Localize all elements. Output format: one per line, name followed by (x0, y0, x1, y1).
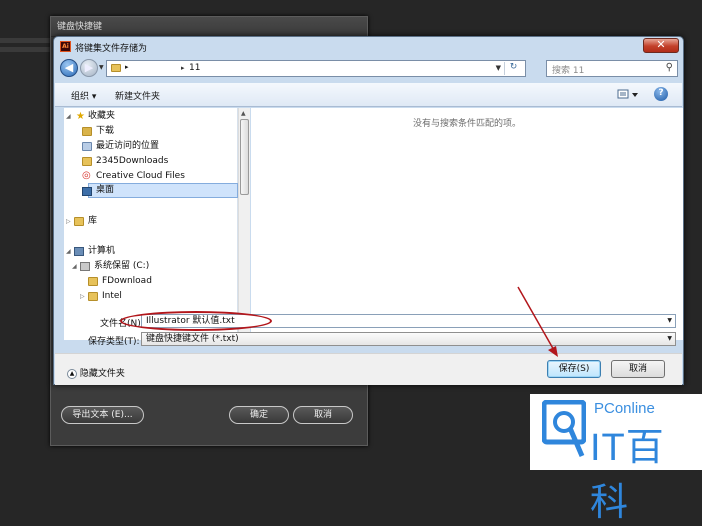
pconline-watermark: PConline IT百科 (530, 394, 702, 524)
watermark-main: IT百科 (590, 427, 665, 524)
watermark-top: PConline (594, 400, 655, 417)
pconline-logo-icon (542, 400, 586, 457)
